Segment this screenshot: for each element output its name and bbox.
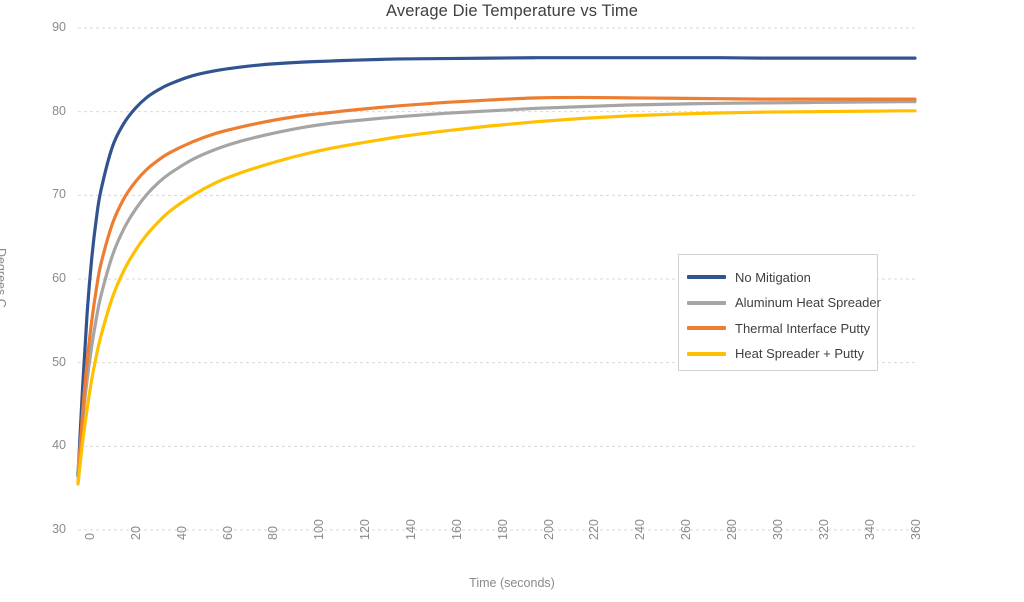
y-axis-title: Degrees C [0,248,8,308]
y-tick-label: 90 [52,20,66,34]
x-tick-label: 320 [816,519,831,540]
legend-item[interactable]: Thermal Interface Putty [687,318,870,338]
y-tick-label: 30 [52,522,66,536]
legend-color-swatch [687,351,726,356]
y-tick-label: 50 [52,354,66,369]
legend-item-label: Aluminum Heat Spreader [735,295,881,310]
legend-item[interactable]: Heat Spreader + Putty [687,344,864,364]
x-tick-label: 20 [128,526,143,540]
x-tick-label: 60 [220,526,235,540]
x-tick-label: 300 [770,519,785,540]
x-tick-label: 80 [266,526,281,540]
x-tick-label: 0 [83,533,97,540]
y-tick-label: 80 [52,103,66,118]
legend-color-swatch [687,300,726,305]
x-tick-label: 160 [449,519,464,540]
legend-color-swatch [687,326,726,330]
x-tick-label: 40 [174,526,189,540]
legend-item[interactable]: No Mitigation [687,267,811,287]
y-tick-label: 40 [52,438,66,453]
legend-item[interactable]: Aluminum Heat Spreader [687,293,881,313]
x-tick-label: 200 [541,519,556,540]
legend-item-label: Thermal Interface Putty [735,320,871,336]
legend-item-label: No Mitigation [735,269,811,285]
y-tick-label: 70 [52,187,66,202]
x-tick-label: 120 [358,519,373,540]
x-axis-title: Time (seconds) [469,576,555,590]
legend-item-label: Heat Spreader + Putty [735,346,864,361]
x-tick-label: 140 [404,519,419,540]
legend-color-swatch [687,275,726,279]
x-tick-label: 220 [587,519,602,540]
x-tick-label: 280 [725,519,740,540]
chart-legend: No Mitigation Aluminum Heat Spreader Therm… [678,254,881,371]
x-tick-label: 180 [495,519,510,540]
x-tick-label: 340 [862,519,877,540]
chart-container: Average Die Temperature vs Time 30 40 50 60… [0,0,1024,602]
x-tick-label: 360 [908,519,923,540]
y-tick-label: 60 [52,271,66,285]
x-tick-label: 100 [312,519,327,540]
x-tick-label: 260 [679,519,694,540]
x-tick-label: 240 [633,519,648,540]
